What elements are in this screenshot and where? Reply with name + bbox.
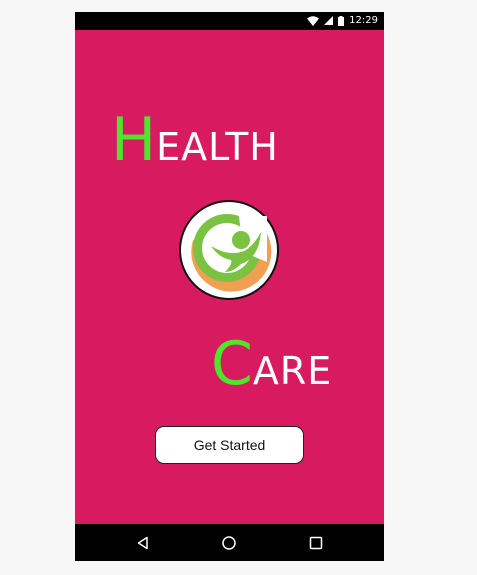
home-icon[interactable]: [219, 533, 239, 553]
get-started-button[interactable]: Get Started: [155, 426, 304, 464]
wifi-icon: [307, 15, 320, 26]
status-bar: 12:29: [75, 12, 384, 30]
battery-icon: [338, 15, 345, 26]
title-care: CARE: [211, 334, 332, 394]
navigation-bar: [75, 524, 384, 561]
title-health-rest: EALTH: [156, 125, 279, 169]
app-screen: 12:29 HEALTH CARE Get Started: [75, 12, 384, 561]
signal-icon: [324, 16, 334, 25]
status-time: 12:29: [349, 15, 378, 26]
health-person-logo: [179, 200, 279, 300]
title-health: HEALTH: [111, 110, 279, 170]
title-care-rest: ARE: [252, 349, 333, 393]
back-icon[interactable]: [133, 533, 153, 553]
recent-apps-icon[interactable]: [306, 533, 326, 553]
title-health-initial: H: [111, 105, 157, 175]
status-icons: 12:29: [307, 15, 378, 26]
title-care-initial: C: [211, 329, 253, 399]
